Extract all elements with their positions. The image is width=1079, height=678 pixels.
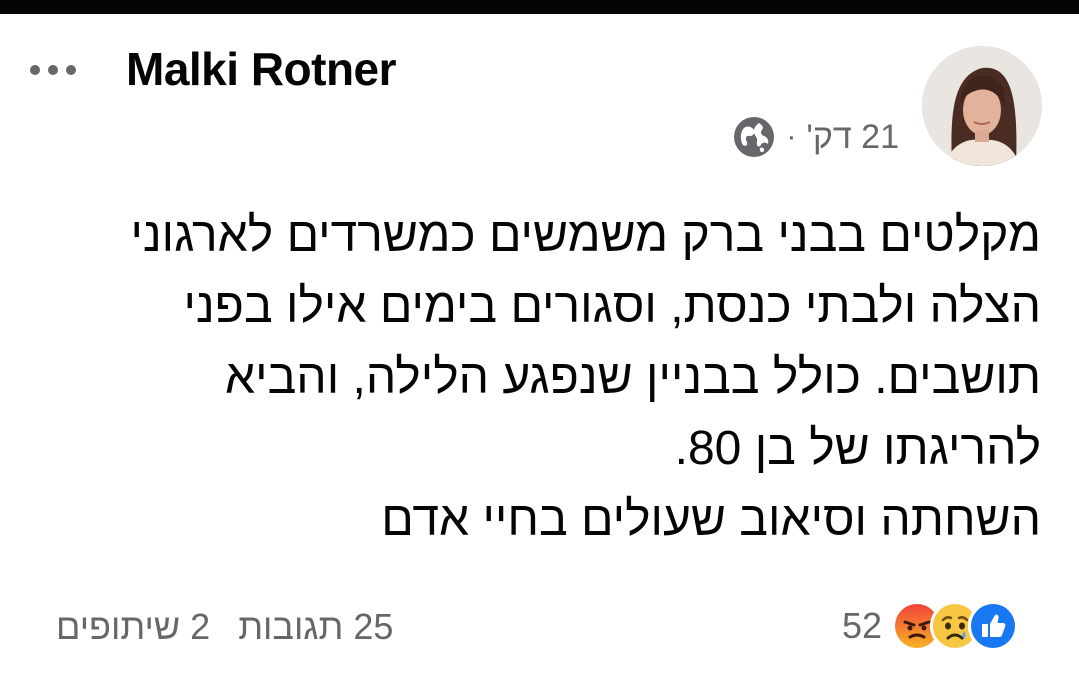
dot-icon — [66, 65, 76, 75]
post-meta: · 21 דק' — [732, 114, 899, 160]
post-line: תושבים. כולל בבניין שנפגע הלילה, והביא — [224, 351, 1041, 404]
profile-photo-icon — [922, 46, 1042, 166]
post-timestamp[interactable]: 21 דק' — [806, 118, 899, 157]
more-options-button[interactable] — [30, 60, 92, 80]
comments-count[interactable]: 25 תגובות — [238, 606, 393, 647]
dot-icon — [30, 65, 40, 75]
shares-count[interactable]: 2 שיתופים — [56, 606, 210, 647]
post-line: הצלה ולבתי כנסת, וסגורים בימים אילו בפני — [183, 280, 1041, 333]
author-name[interactable]: Malki Rotner — [126, 42, 397, 96]
reactions-summary[interactable]: 52 — [842, 598, 1019, 654]
globe-icon[interactable] — [732, 115, 776, 159]
status-bar-edge — [0, 0, 1079, 14]
engagement-stats: 25 תגובות 2 שיתופים — [38, 606, 393, 648]
post-line: השחתה וסיאוב שעולים בחיי אדם — [381, 493, 1041, 546]
reaction-count: 52 — [842, 605, 883, 646]
post-line: להריגתו של בן 80. — [674, 422, 1041, 475]
dot-icon — [48, 65, 58, 75]
post-body: מקלטים בבני ברק משמשים כמשרדים לארגוני ה… — [40, 200, 1042, 555]
post-line: מקלטים בבני ברק משמשים כמשרדים לארגוני — [130, 209, 1042, 262]
meta-separator: · — [786, 120, 797, 153]
avatar[interactable] — [922, 46, 1042, 166]
like-icon — [968, 601, 1019, 651]
